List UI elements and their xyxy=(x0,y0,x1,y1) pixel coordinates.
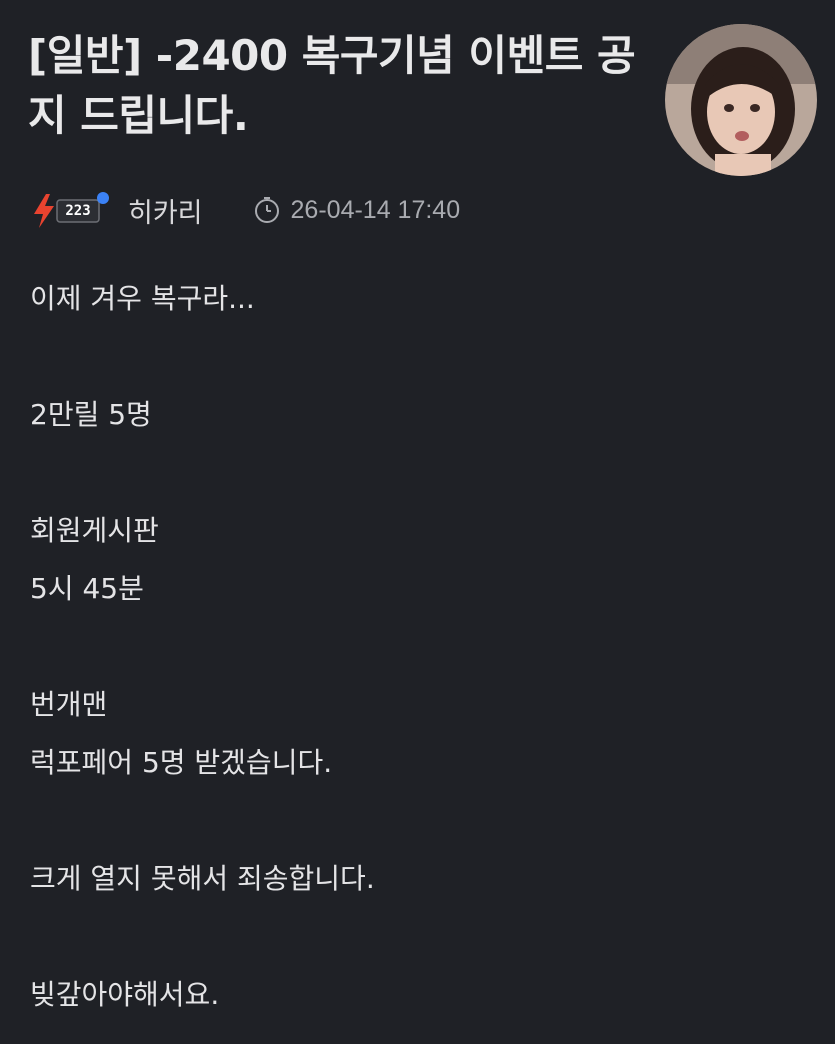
body-paragraph: 번개맨 럭포페어 5명 받겠습니다. xyxy=(30,676,810,792)
body-paragraph: 2만릴 5명 xyxy=(30,386,810,444)
body-line: 크게 열지 못해서 죄송합니다. xyxy=(30,862,375,895)
body-line: 럭포페어 5명 받겠습니다. xyxy=(30,746,333,779)
body-line: 2만릴 5명 xyxy=(30,398,152,431)
body-paragraph: 빚갚아야해서요. xyxy=(30,966,810,1024)
avatar-image xyxy=(665,24,817,176)
author-avatar[interactable] xyxy=(665,24,817,176)
body-line: 회원게시판 xyxy=(30,514,159,547)
body-line: 번개맨 xyxy=(30,688,108,721)
body-line: 5시 45분 xyxy=(30,572,144,605)
post-title: [일반] -2400 복구기념 이벤트 공지 드립니다. xyxy=(28,31,636,140)
body-line: 이제 겨우 복구라... xyxy=(30,282,255,315)
online-status-dot xyxy=(97,192,109,204)
body-paragraph: 크게 열지 못해서 죄송합니다. xyxy=(30,850,810,908)
post-body: 이제 겨우 복구라... 2만릴 5명 회원게시판 5시 45분 번개맨 럭포페… xyxy=(30,270,810,1024)
body-paragraph: 회원게시판 5시 45분 xyxy=(30,502,810,618)
body-line: 빚갚아야해서요. xyxy=(30,978,220,1011)
body-paragraph: 이제 겨우 복구라... xyxy=(30,270,810,328)
level-number: 223 xyxy=(65,203,91,219)
post-date: 26-04-14 17:40 xyxy=(290,195,461,224)
author-name[interactable]: 히카리 xyxy=(128,191,203,230)
clock-icon xyxy=(253,195,283,225)
post-meta: 223 히카리 26-04-14 17:40 xyxy=(30,188,460,232)
level-badge: 223 xyxy=(30,188,109,232)
